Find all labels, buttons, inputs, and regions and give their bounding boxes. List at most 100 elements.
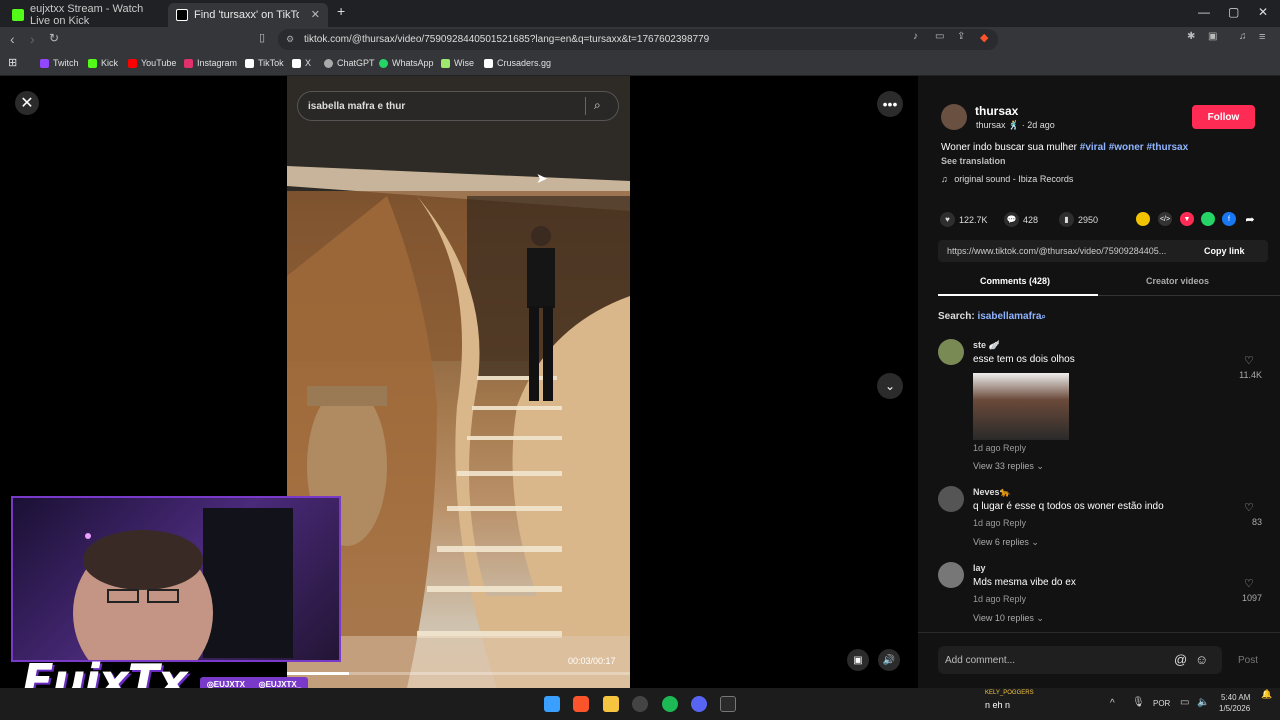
author-name[interactable]: thursax: [975, 104, 1018, 118]
see-translation-link[interactable]: See translation: [941, 156, 1006, 166]
forward-icon[interactable]: ›: [30, 31, 35, 47]
mention-icon[interactable]: @: [1174, 652, 1187, 667]
language-indicator[interactable]: POR: [1153, 699, 1170, 708]
search-suggestion[interactable]: Search: isabellamafra⌕: [938, 311, 1046, 322]
wallet-icon[interactable]: ▣: [1208, 31, 1217, 42]
follow-button[interactable]: Follow: [1192, 105, 1255, 129]
comment-stat[interactable]: 💬 428: [1004, 212, 1038, 227]
comment-author[interactable]: lay: [973, 563, 986, 573]
microphone-icon[interactable]: 🎙: [1132, 697, 1145, 708]
view-replies-link[interactable]: View 10 replies ⌄: [973, 613, 1044, 624]
tab-creator-videos[interactable]: Creator videos: [1146, 276, 1209, 286]
file-explorer-icon[interactable]: [603, 696, 619, 712]
comment-avatar[interactable]: [938, 486, 964, 512]
extensions-icon[interactable]: ✱: [1187, 31, 1195, 42]
window-close-icon[interactable]: ✕: [1258, 5, 1268, 19]
address-bar[interactable]: ⚙ tiktok.com/@thursax/video/759092844050…: [278, 29, 998, 50]
bookmark-twitch[interactable]: Twitch: [40, 58, 79, 68]
close-icon: ✕: [20, 95, 34, 112]
music-row[interactable]: ♫ original sound - Ibiza Records: [941, 174, 1073, 184]
mute-site-icon[interactable]: ♪: [913, 31, 918, 42]
video-progress-bar[interactable]: [287, 672, 630, 675]
view-replies-link[interactable]: View 33 replies ⌄: [973, 461, 1044, 472]
comment-like-icon[interactable]: ♡: [1244, 354, 1254, 367]
crusaders-icon: [484, 58, 493, 68]
more-options-button[interactable]: •••: [877, 91, 903, 117]
brave-taskbar-icon[interactable]: [573, 696, 589, 712]
comment-avatar[interactable]: [938, 339, 964, 365]
bookmark-label: Wise: [454, 58, 474, 68]
brave-shield-icon[interactable]: ◆: [980, 31, 988, 44]
comment-meta[interactable]: 1d ago Reply: [973, 518, 1026, 528]
view-replies-link[interactable]: View 6 replies ⌄: [973, 537, 1039, 548]
start-icon[interactable]: [544, 696, 560, 712]
more-share-icon[interactable]: ➦: [1243, 212, 1257, 226]
bookmark-whatsapp[interactable]: WhatsApp: [379, 58, 434, 68]
hashtags[interactable]: #viral #woner #thursax: [1080, 142, 1188, 153]
bookmark-youtube[interactable]: YouTube: [128, 58, 176, 68]
obs-icon[interactable]: [632, 696, 648, 712]
share-icon[interactable]: ⇪: [957, 31, 965, 42]
comment-meta[interactable]: 1d ago Reply: [973, 443, 1026, 453]
bookmark-wise[interactable]: Wise: [441, 58, 474, 68]
tray-chevron-icon[interactable]: ^: [1110, 698, 1115, 709]
clock-date[interactable]: 1/5/2026: [1219, 704, 1250, 713]
copy-link-button[interactable]: Copy link: [1204, 246, 1245, 256]
post-caption: Woner indo buscar sua mulher #viral #won…: [941, 142, 1271, 153]
discord-icon[interactable]: [691, 696, 707, 712]
epic-games-icon[interactable]: [720, 696, 736, 712]
comment-like-icon[interactable]: ♡: [1244, 577, 1254, 590]
maximize-icon[interactable]: ▢: [1228, 5, 1239, 19]
bookmark-chatgpt[interactable]: ChatGPT: [324, 58, 375, 68]
volume-tray-icon[interactable]: 🔈: [1197, 697, 1209, 708]
like-stat[interactable]: ♥ 122.7K: [940, 212, 988, 227]
comment-image[interactable]: [973, 373, 1069, 440]
minimize-icon[interactable]: —: [1198, 5, 1210, 19]
bookmark-icon[interactable]: ▯: [259, 31, 265, 44]
back-icon[interactable]: ‹: [10, 31, 15, 47]
comment-meta[interactable]: 1d ago Reply: [973, 594, 1026, 604]
tab-comments[interactable]: Comments (428): [980, 276, 1050, 286]
bookmark-label: X: [305, 58, 312, 68]
network-icon[interactable]: ▭: [1180, 697, 1189, 708]
windows-taskbar: KELY_POGGERS n eh n ^ 🎙 POR ▭ 🔈 5:40 AM …: [0, 688, 1280, 720]
next-video-button[interactable]: ⌄: [877, 373, 903, 399]
video-search-input[interactable]: isabella mafra e thur: [297, 91, 619, 121]
post-comment-button[interactable]: Post: [1238, 655, 1258, 666]
spotify-icon[interactable]: [662, 696, 678, 712]
bookmark-crusaders[interactable]: Crusaders.gg: [484, 58, 551, 68]
close-tab-icon[interactable]: ✕: [311, 8, 320, 21]
tab-kick[interactable]: eujxtxx Stream - Watch Live on Kick: [4, 3, 164, 27]
bookmark-kick[interactable]: Kick: [88, 58, 118, 68]
comment-like-icon[interactable]: ♡: [1244, 501, 1254, 514]
save-stat[interactable]: ▮ 2950: [1059, 212, 1098, 227]
close-video-button[interactable]: ✕: [15, 91, 39, 115]
send-icon[interactable]: ▼: [1180, 212, 1194, 226]
chevron-down-icon: ⌄: [884, 379, 896, 393]
repost-icon[interactable]: [1136, 212, 1150, 226]
bookmark-instagram[interactable]: Instagram: [184, 58, 237, 68]
reload-icon[interactable]: ↻: [49, 31, 59, 45]
notification-bell-icon[interactable]: 🔔: [1261, 689, 1272, 700]
embed-icon[interactable]: </>: [1158, 212, 1172, 226]
comment-author[interactable]: ste 🪽: [973, 340, 1000, 351]
site-info-icon[interactable]: ⚙: [286, 34, 294, 45]
tab-tiktok[interactable]: Find 'tursaxx' on TikTok | TikT ✕: [168, 3, 328, 27]
media-icon[interactable]: ♫: [1239, 31, 1247, 42]
apps-grid-icon[interactable]: ⊞: [8, 56, 17, 69]
facebook-share-icon[interactable]: f: [1222, 212, 1236, 226]
bookmark-tiktok[interactable]: TikTok: [245, 58, 284, 68]
comment-avatar[interactable]: [938, 562, 964, 588]
menu-icon[interactable]: ≡: [1259, 31, 1265, 43]
pip-button[interactable]: ▣: [847, 649, 869, 671]
whatsapp-share-icon[interactable]: [1201, 212, 1215, 226]
emoji-icon[interactable]: ☺: [1195, 652, 1208, 667]
clock-time[interactable]: 5:40 AM: [1221, 693, 1250, 702]
new-tab-icon[interactable]: +: [337, 3, 345, 19]
author-avatar[interactable]: [941, 104, 967, 130]
volume-button[interactable]: 🔊: [878, 649, 900, 671]
comment-author[interactable]: Neves🐆: [973, 487, 1011, 498]
cast-icon[interactable]: ▭: [935, 31, 944, 42]
search-icon[interactable]: ⌕: [594, 98, 601, 113]
bookmark-x[interactable]: X: [292, 58, 311, 68]
